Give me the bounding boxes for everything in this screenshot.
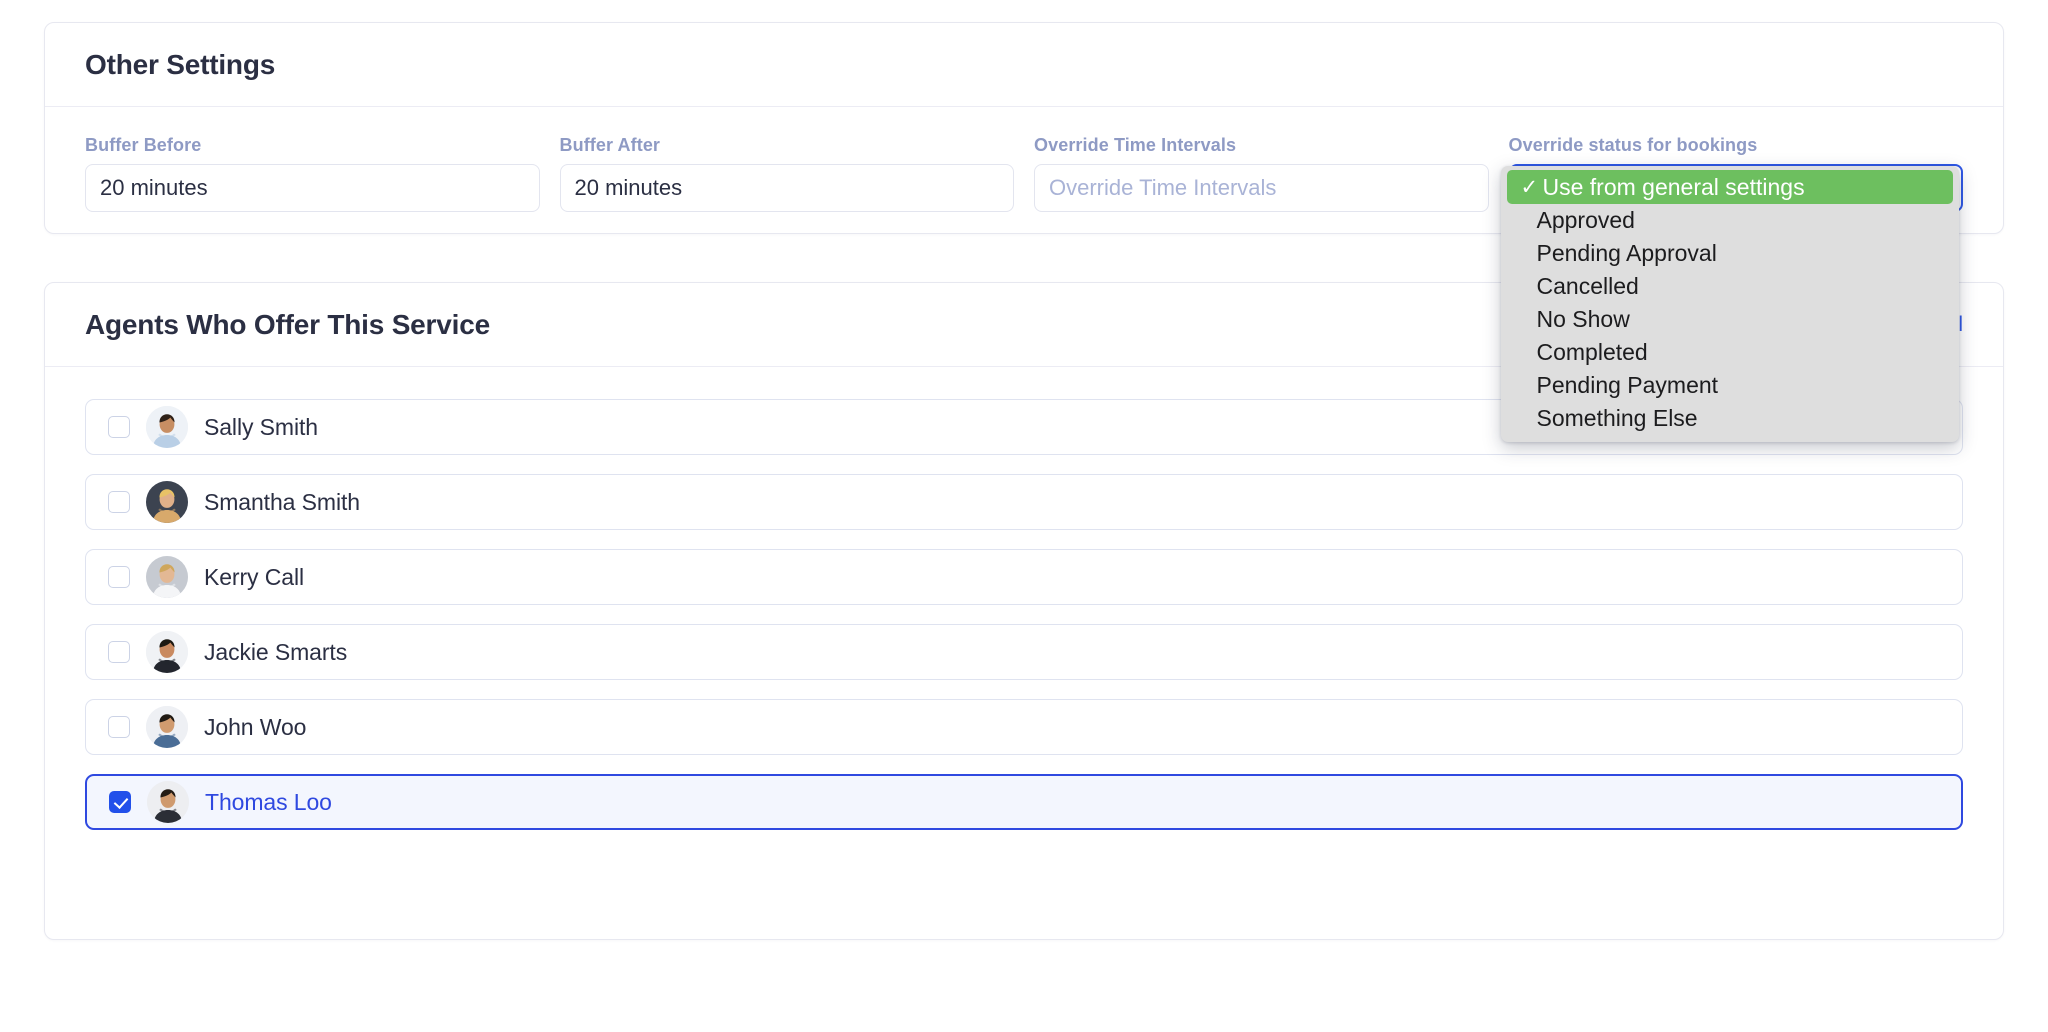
buffer-before-input[interactable] (85, 164, 540, 212)
avatar (146, 706, 188, 748)
agent-name: John Woo (204, 713, 307, 740)
agents-section-title: Agents Who Offer This Service (85, 309, 490, 340)
status-option[interactable]: ✓Pending Payment (1501, 369, 1959, 402)
other-settings-body: Buffer Before Buffer After Override Time… (45, 107, 2003, 442)
status-option[interactable]: ✓No Show (1501, 303, 1959, 336)
buffer-after-label: Buffer After (559, 135, 661, 155)
avatar (146, 631, 188, 673)
override-time-intervals-input[interactable] (1034, 164, 1489, 212)
buffer-before-label: Buffer Before (85, 135, 202, 155)
agent-checkbox[interactable] (109, 791, 131, 813)
agent-row[interactable]: Kerry Call (85, 549, 1963, 605)
override-time-intervals-label: Override Time Intervals (1034, 135, 1237, 155)
check-icon: ✓ (1520, 175, 1539, 199)
settings-page: Other Settings Buffer Before Buffer Afte… (0, 0, 2048, 1032)
page-title: Other Settings (85, 49, 276, 80)
avatar (146, 556, 188, 598)
status-option-label: No Show (1536, 306, 1630, 332)
status-option-label: Approved (1536, 207, 1635, 233)
avatar (146, 481, 188, 523)
status-option[interactable]: ✓Approved (1501, 204, 1959, 237)
field-buffer-after: Buffer After (559, 135, 1014, 212)
agent-name: Jackie Smarts (204, 638, 348, 665)
override-status-select-shell: Use from general settings ⌄ ✓Use from ge… (1500, 164, 1963, 442)
status-option-label: Cancelled (1536, 273, 1639, 299)
status-option[interactable]: ✓Completed (1501, 336, 1959, 369)
field-override-time-intervals: Override Time Intervals (1034, 135, 1489, 212)
agent-checkbox[interactable] (108, 416, 130, 438)
agent-checkbox[interactable] (108, 566, 130, 588)
agent-row[interactable]: John Woo (85, 699, 1963, 755)
status-option-label: Pending Approval (1536, 240, 1717, 266)
agent-checkbox[interactable] (108, 716, 130, 738)
status-option-label: Something Else (1536, 405, 1698, 431)
override-status-option-list[interactable]: ✓Use from general settings✓Approved✓Pend… (1500, 166, 1959, 442)
override-status-label: Override status for bookings (1508, 135, 1758, 155)
agent-name: Smantha Smith (204, 488, 360, 515)
field-buffer-before: Buffer Before (85, 135, 540, 212)
status-option[interactable]: ✓Cancelled (1501, 270, 1959, 303)
agent-row[interactable]: Thomas Loo (85, 774, 1963, 830)
agent-row[interactable]: Smantha Smith (85, 474, 1963, 530)
agent-name: Sally Smith (204, 413, 318, 440)
avatar (146, 406, 188, 448)
avatar (147, 781, 189, 823)
buffer-after-input[interactable] (559, 164, 1014, 212)
status-option-label: Use from general settings (1542, 173, 1805, 200)
agent-row[interactable]: Jackie Smarts (85, 624, 1963, 680)
field-override-status: Override status for bookings Use from ge… (1500, 135, 1963, 442)
settings-field-row: Buffer Before Buffer After Override Time… (85, 135, 1963, 442)
status-option[interactable]: ✓ Use from general settings (1506, 170, 1953, 204)
agent-checkbox[interactable] (108, 641, 130, 663)
other-settings-header: Other Settings (45, 23, 2003, 107)
agent-name: Kerry Call (204, 563, 304, 590)
status-option-label: Pending Payment (1536, 372, 1719, 398)
status-option[interactable]: ✓Pending Approval (1501, 237, 1959, 270)
other-settings-card: Other Settings Buffer Before Buffer Afte… (44, 22, 2004, 442)
status-option[interactable]: ✓Something Else (1501, 402, 1959, 435)
agent-name: Thomas Loo (205, 788, 332, 815)
agents-list: Sally Smith Smantha Smith Kerry Call Jackie… (45, 367, 2003, 868)
agent-checkbox[interactable] (108, 491, 130, 513)
status-option-label: Completed (1536, 339, 1648, 365)
